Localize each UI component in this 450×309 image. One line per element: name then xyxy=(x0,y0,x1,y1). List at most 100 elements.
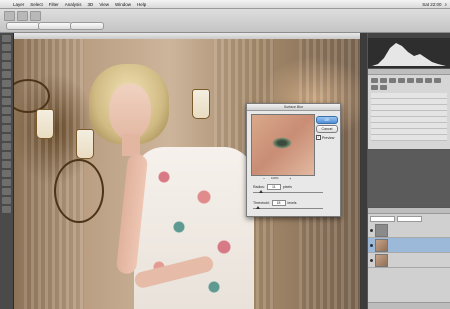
layer-thumbnail xyxy=(375,253,388,267)
path-select-tool-icon[interactable] xyxy=(2,179,11,186)
blur-tool-icon[interactable] xyxy=(2,143,11,150)
layer-row[interactable] xyxy=(368,223,450,238)
brightness-icon[interactable] xyxy=(371,78,378,83)
layer-row[interactable] xyxy=(368,253,450,268)
option-pill-2[interactable] xyxy=(38,22,72,30)
threshold-label: Threshold: xyxy=(253,201,270,205)
layer-options xyxy=(368,214,450,223)
lamp-shade xyxy=(36,109,54,139)
hue-saturation-icon[interactable] xyxy=(416,78,423,83)
gradient-tool-icon[interactable] xyxy=(2,134,11,141)
menu-filter[interactable]: Filter xyxy=(46,2,62,7)
radius-unit: pixels xyxy=(282,185,292,189)
dialog-title: Surface Blur xyxy=(247,104,340,111)
histogram-panel xyxy=(368,33,450,68)
stamp-tool-icon[interactable] xyxy=(2,107,11,114)
visibility-eye-icon[interactable] xyxy=(370,258,373,262)
radius-slider-handle[interactable] xyxy=(259,190,264,193)
menubar-status: Sat 22:00 ⌕ xyxy=(422,0,447,8)
exposure-icon[interactable] xyxy=(398,78,405,83)
sconce-arm xyxy=(54,159,104,223)
preset-item[interactable] xyxy=(371,135,447,141)
lasso-tool-icon[interactable] xyxy=(2,53,11,60)
adjustment-presets xyxy=(371,93,447,141)
radius-input[interactable]: 11 xyxy=(266,184,281,190)
black-white-icon[interactable] xyxy=(434,78,441,83)
search-icon[interactable]: ⌕ xyxy=(444,2,447,7)
blend-mode-select[interactable] xyxy=(370,215,395,222)
menu-view[interactable]: View xyxy=(96,2,112,7)
menu-help[interactable]: Help xyxy=(134,2,149,7)
crop-tool-icon[interactable] xyxy=(2,71,11,78)
threshold-unit: levels xyxy=(287,201,297,205)
panel-dock xyxy=(361,33,450,309)
tool-mode-icon[interactable] xyxy=(30,11,41,21)
threshold-input[interactable]: 18 xyxy=(271,200,286,206)
vibrance-icon[interactable] xyxy=(407,78,414,83)
preview-checkbox[interactable]: ✓ Preview xyxy=(316,135,334,140)
dodge-tool-icon[interactable] xyxy=(2,152,11,159)
layer-thumbnail xyxy=(375,223,388,237)
zoom-tool-icon[interactable] xyxy=(2,206,11,213)
menu-analysis[interactable]: Analysis xyxy=(62,2,85,7)
photo-filter-icon[interactable] xyxy=(371,85,378,90)
threshold-slider[interactable] xyxy=(253,206,323,209)
tool-preset-icon[interactable] xyxy=(4,11,15,21)
tool-mode-icon[interactable] xyxy=(17,11,28,21)
lamp-shade xyxy=(76,129,94,159)
visibility-eye-icon[interactable] xyxy=(370,228,373,232)
adjustments-panel xyxy=(368,69,450,149)
model-neck xyxy=(122,134,140,156)
option-pill-1[interactable] xyxy=(6,22,40,30)
histogram-graph xyxy=(372,43,446,66)
layers-panel xyxy=(368,208,450,309)
curves-icon[interactable] xyxy=(389,78,396,83)
preview-label: Preview xyxy=(322,135,335,140)
radius-slider[interactable] xyxy=(253,190,323,193)
zoom-in-button[interactable]: + xyxy=(289,176,291,181)
cancel-button[interactable]: Cancel xyxy=(316,125,338,133)
history-brush-tool-icon[interactable] xyxy=(2,116,11,123)
marquee-tool-icon[interactable] xyxy=(2,44,11,51)
option-pill-3[interactable] xyxy=(70,22,104,30)
quick-select-tool-icon[interactable] xyxy=(2,62,11,69)
layer-thumbnail xyxy=(375,238,388,252)
checkmark-icon: ✓ xyxy=(316,135,321,140)
zoom-level: 100% xyxy=(271,176,279,180)
menu-3d[interactable]: 3D xyxy=(85,2,97,7)
opacity-field[interactable] xyxy=(397,215,422,222)
levels-icon[interactable] xyxy=(380,78,387,83)
panel-empty-area xyxy=(368,150,450,207)
type-tool-icon[interactable] xyxy=(2,170,11,177)
radius-label: Radius: xyxy=(253,185,265,189)
collapsed-panel-strip xyxy=(361,33,367,309)
menu-select[interactable]: Select xyxy=(27,2,46,7)
hand-tool-icon[interactable] xyxy=(2,197,11,204)
eraser-tool-icon[interactable] xyxy=(2,125,11,132)
tools-panel xyxy=(0,33,14,309)
eyedropper-tool-icon[interactable] xyxy=(2,80,11,87)
histogram-tab[interactable] xyxy=(368,33,450,38)
brush-tool-icon[interactable] xyxy=(2,98,11,105)
shape-tool-icon[interactable] xyxy=(2,188,11,195)
threshold-slider-handle[interactable] xyxy=(255,206,260,209)
move-tool-icon[interactable] xyxy=(2,35,11,42)
surface-blur-dialog: Surface Blur − 100% + OK Cancel ✓ Previe… xyxy=(246,103,341,217)
clock: Sat 22:00 xyxy=(422,1,442,7)
layer-row-selected[interactable] xyxy=(368,238,450,253)
zoom-out-button[interactable]: − xyxy=(263,176,265,181)
menu-layer[interactable]: Layer xyxy=(10,2,27,7)
menu-bar: Layer Select Filter Analysis 3D View Win… xyxy=(0,0,450,9)
ok-button[interactable]: OK xyxy=(316,116,338,124)
pen-tool-icon[interactable] xyxy=(2,161,11,168)
menu-window[interactable]: Window xyxy=(112,2,134,7)
adjustment-icons xyxy=(368,77,450,91)
options-bar xyxy=(0,9,450,33)
lamp-shade xyxy=(192,89,210,119)
filter-preview-image[interactable] xyxy=(251,114,315,176)
options-tool-icons xyxy=(4,11,41,21)
healing-tool-icon[interactable] xyxy=(2,89,11,96)
color-balance-icon[interactable] xyxy=(425,78,432,83)
channel-mixer-icon[interactable] xyxy=(380,85,387,90)
visibility-eye-icon[interactable] xyxy=(370,243,373,247)
